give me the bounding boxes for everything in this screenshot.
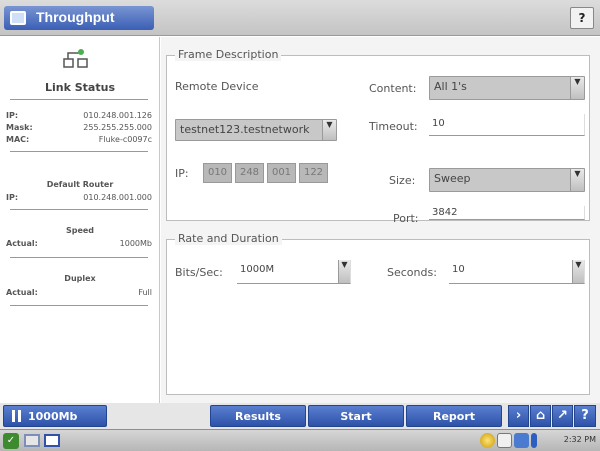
- divider: [10, 151, 148, 152]
- link-status-icon: [63, 49, 88, 68]
- ip-label: IP:: [6, 111, 19, 120]
- mac-label: MAC:: [6, 135, 30, 144]
- port-label: Port:: [393, 212, 419, 225]
- content-value: All 1's: [434, 80, 467, 93]
- app-icon: [10, 11, 26, 25]
- seconds-label: Seconds:: [387, 266, 437, 279]
- chevron-down-icon: ▼: [570, 77, 584, 99]
- link-status-title: Link Status: [45, 81, 115, 94]
- speed-icon: [12, 410, 21, 422]
- seconds-dropdown[interactable]: 10 ▼: [449, 260, 585, 284]
- ip-octet-1[interactable]: 010: [203, 163, 232, 183]
- chevron-down-icon: ▼: [570, 169, 584, 191]
- mask-row: Mask: 255.255.255.000: [6, 123, 152, 135]
- ip-octet-3[interactable]: 001: [267, 163, 296, 183]
- title-chip: Throughput: [4, 6, 154, 30]
- rate-duration-group: Rate and Duration Bits/Sec: 1000M ▼ Seco…: [166, 232, 590, 395]
- bits-per-sec-dropdown[interactable]: 1000M ▼: [237, 260, 351, 284]
- speed-actual-value: 1000Mb: [119, 239, 152, 248]
- ip-row: IP: 010.248.001.126: [6, 111, 152, 123]
- chevron-down-icon: ▼: [338, 260, 350, 283]
- divider: [10, 305, 148, 306]
- port-value: 3842: [432, 207, 458, 218]
- content-label: Content:: [369, 82, 417, 95]
- speed-row: Actual: 1000Mb: [6, 239, 152, 251]
- home-icon[interactable]: ⌂: [530, 405, 551, 427]
- connection-tray-icon[interactable]: [514, 433, 529, 448]
- speed-label: Speed: [65, 226, 95, 235]
- duplex-actual-value: Full: [138, 288, 152, 297]
- divider: [10, 257, 148, 258]
- link-status-panel: Link Status IP: 010.248.001.126 Mask: 25…: [0, 37, 160, 403]
- content-dropdown[interactable]: All 1's ▼: [429, 76, 585, 100]
- timeout-label: Timeout:: [369, 120, 418, 133]
- remote-device-dropdown[interactable]: testnet123.testnetwork ▼: [175, 119, 337, 141]
- timeout-field[interactable]: 10: [429, 114, 585, 136]
- bits-per-sec-value: 1000M: [240, 264, 275, 275]
- help-icon[interactable]: ?: [574, 405, 596, 427]
- mac-value: Fluke-c0097c: [98, 135, 152, 144]
- remote-device-value: testnet123.testnetwork: [180, 123, 310, 136]
- router-ip-value: 010.248.001.000: [83, 193, 152, 202]
- wrench-icon[interactable]: ↗: [552, 405, 573, 427]
- clock: 2:32 PM: [563, 435, 596, 444]
- start-button[interactable]: Start: [308, 405, 404, 427]
- start-menu-icon[interactable]: ✓: [3, 433, 19, 449]
- router-ip-label: IP:: [6, 193, 19, 202]
- default-router-label: Default Router: [46, 180, 114, 189]
- taskbar: ✓ 2:32 PM: [0, 429, 600, 451]
- duplex-label: Duplex: [64, 274, 96, 283]
- main-area: Frame Description Remote Device testnet1…: [161, 37, 600, 403]
- mask-value: 255.255.255.000: [83, 123, 152, 132]
- duplex-row: Actual: Full: [6, 288, 152, 300]
- divider: [10, 209, 148, 210]
- document-tray-icon[interactable]: [497, 433, 512, 448]
- window-icon[interactable]: [24, 434, 40, 447]
- battery-tray-icon[interactable]: [531, 433, 537, 448]
- timeout-value: 10: [432, 118, 445, 129]
- mac-row: MAC: Fluke-c0097c: [6, 135, 152, 147]
- action-bar: 1000Mb Results Start Report › ⌂ ↗ ?: [0, 403, 600, 429]
- port-field[interactable]: 3842: [429, 206, 585, 220]
- ip-value: 010.248.001.126: [83, 111, 152, 120]
- arrow-right-icon[interactable]: ›: [508, 405, 529, 427]
- speed-button-label: 1000Mb: [28, 410, 78, 423]
- results-button[interactable]: Results: [210, 405, 306, 427]
- remote-device-label: Remote Device: [175, 80, 259, 93]
- window-title: Throughput: [36, 9, 115, 25]
- ip-label: IP:: [175, 167, 189, 180]
- chevron-down-icon: ▼: [322, 120, 336, 140]
- seconds-value: 10: [452, 264, 465, 275]
- router-ip-row: IP: 010.248.001.000: [6, 193, 152, 205]
- size-label: Size:: [389, 174, 416, 187]
- duplex-actual-label: Actual:: [6, 288, 38, 297]
- window-icon[interactable]: [44, 434, 60, 447]
- title-bar: Throughput ?: [0, 0, 600, 36]
- report-button[interactable]: Report: [406, 405, 502, 427]
- chevron-down-icon: ▼: [572, 260, 584, 283]
- divider: [10, 99, 148, 100]
- frame-description-group: Frame Description Remote Device testnet1…: [166, 48, 590, 225]
- rate-duration-legend: Rate and Duration: [175, 232, 282, 245]
- mask-label: Mask:: [6, 123, 33, 132]
- frame-description-legend: Frame Description: [175, 48, 282, 61]
- size-dropdown[interactable]: Sweep ▼: [429, 168, 585, 192]
- network-tray-icon[interactable]: [480, 433, 495, 448]
- ip-octet-2[interactable]: 248: [235, 163, 264, 183]
- size-value: Sweep: [434, 172, 471, 185]
- ip-octet-4[interactable]: 122: [299, 163, 328, 183]
- bits-per-sec-label: Bits/Sec:: [175, 266, 223, 279]
- speed-button[interactable]: 1000Mb: [3, 405, 107, 427]
- speed-actual-label: Actual:: [6, 239, 38, 248]
- help-button[interactable]: ?: [570, 7, 594, 29]
